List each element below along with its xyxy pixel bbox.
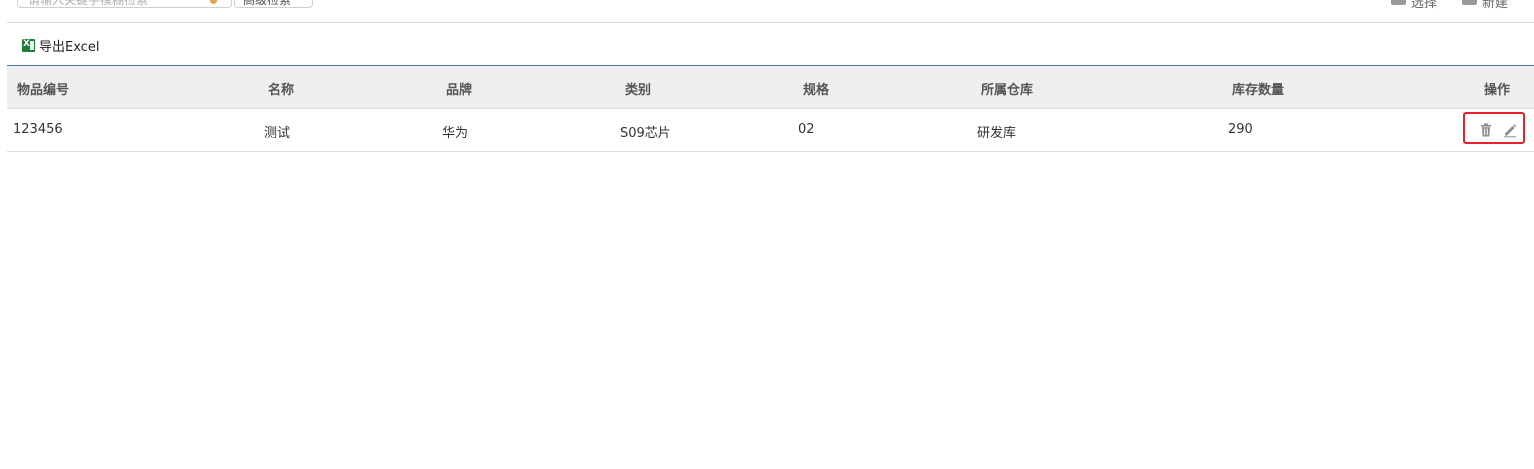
- search-input[interactable]: 请输入关键字模糊检索: [17, 0, 232, 8]
- choose-icon: [1391, 0, 1406, 5]
- clear-icon[interactable]: [210, 0, 217, 4]
- inventory-page: 请输入关键字模糊检索 高级检索 选择 新建 导出Excel 物品编号 名称 品牌…: [0, 0, 1534, 469]
- choose-button[interactable]: 选择: [1391, 0, 1437, 11]
- column-header-warehouse[interactable]: 所属仓库: [981, 79, 1033, 98]
- pencil-icon[interactable]: [1502, 122, 1518, 138]
- cell-spec: 02: [798, 122, 815, 137]
- table-header: 物品编号 名称 品牌 类别 规格 所属仓库 库存数量 操作: [7, 65, 1534, 109]
- toolbar-divider: [7, 22, 1534, 23]
- new-label: 新建: [1482, 0, 1509, 11]
- column-header-brand[interactable]: 品牌: [446, 79, 472, 98]
- export-excel-button[interactable]: 导出Excel: [22, 36, 100, 55]
- inventory-table: 物品编号 名称 品牌 类别 规格 所属仓库 库存数量 操作 123456 测试 …: [7, 65, 1534, 152]
- column-header-name[interactable]: 名称: [268, 79, 294, 98]
- excel-icon: [22, 38, 35, 52]
- cell-item-no: 123456: [13, 122, 63, 137]
- row-actions-highlight: [1463, 112, 1525, 144]
- column-header-category[interactable]: 类别: [625, 79, 651, 98]
- trash-icon[interactable]: [1478, 122, 1494, 138]
- cell-category: S09芯片: [620, 126, 671, 141]
- cell-name: 测试: [264, 126, 291, 141]
- column-header-actions: 操作: [1484, 83, 1511, 98]
- advanced-search-label: 高级检索: [243, 0, 292, 7]
- table-row[interactable]: 123456 测试 华为 S09芯片 02 研发库 290: [7, 109, 1534, 152]
- export-excel-label: 导出Excel: [39, 39, 100, 55]
- choose-label: 选择: [1411, 0, 1438, 11]
- new-button[interactable]: 新建: [1462, 0, 1508, 11]
- advanced-search-button[interactable]: 高级检索: [234, 0, 313, 8]
- column-header-spec[interactable]: 规格: [803, 79, 829, 98]
- search-placeholder: 请输入关键字模糊检索: [28, 0, 149, 7]
- column-header-item-no[interactable]: 物品编号: [17, 79, 69, 98]
- cell-warehouse: 研发库: [977, 126, 1017, 141]
- add-icon: [1462, 0, 1477, 5]
- column-header-stock[interactable]: 库存数量: [1232, 79, 1284, 98]
- cell-brand: 华为: [442, 126, 469, 141]
- cell-stock: 290: [1228, 122, 1253, 137]
